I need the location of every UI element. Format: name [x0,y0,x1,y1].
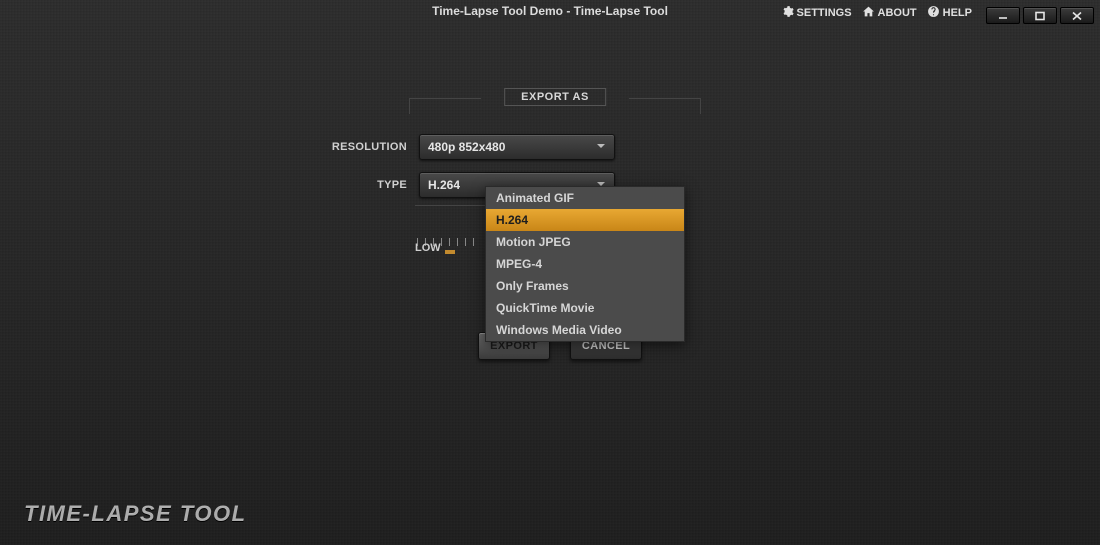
gear-icon [781,5,794,21]
type-option[interactable]: Motion JPEG [486,231,684,253]
chevron-down-icon [596,140,606,154]
close-button[interactable] [1060,7,1094,24]
slider-low-label: LOW [415,242,441,254]
settings-label: SETTINGS [797,7,852,19]
type-option[interactable]: Only Frames [486,275,684,297]
about-label: ABOUT [878,7,917,19]
window-controls [986,7,1094,24]
type-option[interactable]: QuickTime Movie [486,297,684,319]
panel-title: EXPORT AS [504,88,606,106]
type-option[interactable]: Windows Media Video [486,319,684,341]
top-menu: SETTINGS ABOUT HELP [781,5,972,21]
type-option[interactable]: H.264 [486,209,684,231]
resolution-value: 480p 852x480 [428,140,505,154]
app-logo: TIME-LAPSE TOOL [24,501,247,527]
type-label: TYPE [327,179,407,191]
home-icon [862,5,875,21]
resolution-dropdown[interactable]: 480p 852x480 [419,134,615,160]
window-title: Time-Lapse Tool Demo - Time-Lapse Tool [432,4,668,18]
minimize-button[interactable] [986,7,1020,24]
type-option[interactable]: MPEG-4 [486,253,684,275]
resolution-row: RESOLUTION 480p 852x480 [415,134,695,160]
help-label: HELP [943,7,972,19]
about-link[interactable]: ABOUT [862,5,917,21]
help-link[interactable]: HELP [927,5,972,21]
panel-title-row: EXPORT AS [415,88,695,110]
type-value: H.264 [428,178,460,192]
settings-link[interactable]: SETTINGS [781,5,852,21]
bracket-left [409,98,481,114]
titlebar: Time-Lapse Tool Demo - Time-Lapse Tool S… [0,4,1100,26]
type-dropdown-list[interactable]: Animated GIFH.264Motion JPEGMPEG-4Only F… [485,186,685,342]
resolution-label: RESOLUTION [327,141,407,153]
maximize-button[interactable] [1023,7,1057,24]
slider-handle[interactable] [445,250,455,254]
help-icon [927,5,940,21]
bracket-right [629,98,701,114]
type-option[interactable]: Animated GIF [486,187,684,209]
